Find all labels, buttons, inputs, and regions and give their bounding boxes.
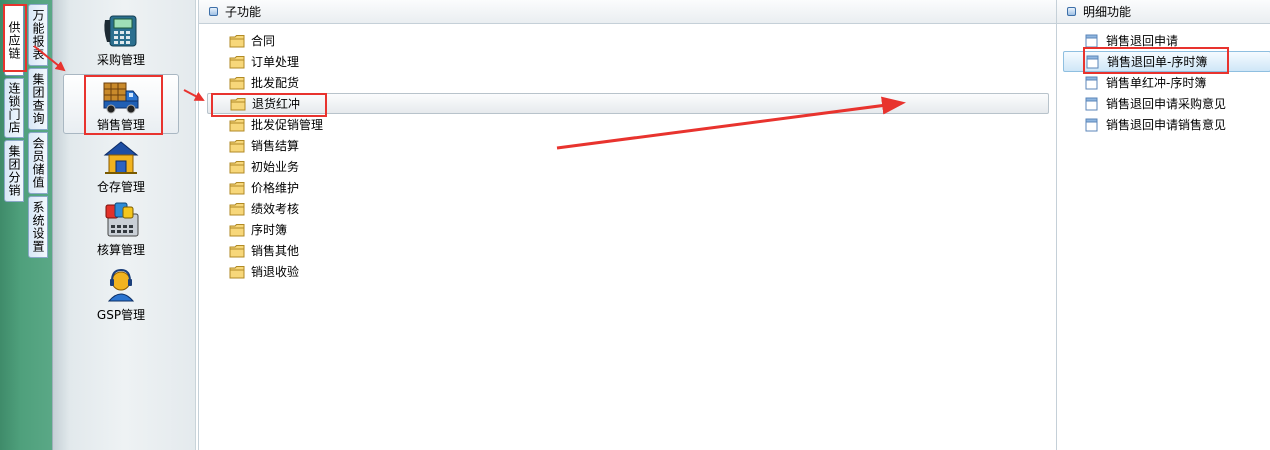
folder-icon <box>229 139 245 153</box>
user-headset-icon <box>101 265 141 305</box>
vtab-member-stored-value[interactable]: 会员储值 <box>28 132 48 194</box>
vtab-chain-stores[interactable]: 连锁门店 <box>4 78 24 138</box>
panel-square-icon <box>1067 7 1076 16</box>
detail-item-label: 销售退回申请采购意见 <box>1106 97 1227 111</box>
tree-item[interactable]: 销售结算 <box>199 135 1057 156</box>
document-icon <box>1085 118 1098 132</box>
vtab-system-settings[interactable]: 系统设置 <box>28 196 48 258</box>
vtab-label: 连锁门店 <box>7 82 21 134</box>
tree-item[interactable]: 序时簿 <box>199 219 1057 240</box>
vtab-label: 万能报表 <box>31 9 45 61</box>
module-label: 采购管理 <box>96 53 145 67</box>
folder-icon <box>229 265 245 279</box>
folder-icon <box>229 34 245 48</box>
tree-item[interactable]: 初始业务 <box>199 156 1057 177</box>
tree-item[interactable]: 销售其他 <box>199 240 1057 261</box>
document-icon <box>1085 76 1098 90</box>
tree-item-label: 销退收验 <box>251 265 300 279</box>
folder-icon <box>229 223 245 237</box>
subfunction-panel-title: 子功能 <box>225 5 262 19</box>
tree-item[interactable]: 合同 <box>199 30 1057 51</box>
module-label: 核算管理 <box>96 243 145 257</box>
panel-square-icon <box>209 7 218 16</box>
module-panel: 采购管理 销售管理 仓存管理 核算管理 GSP管理 <box>52 0 196 450</box>
tree-item-label: 序时簿 <box>251 223 288 237</box>
vtab-supply-chain[interactable]: 供应链 <box>4 4 24 76</box>
folder-icon <box>229 160 245 174</box>
delivery-truck-icon <box>101 78 141 115</box>
detail-item-label: 销售退回申请 <box>1106 34 1179 48</box>
document-icon <box>1085 97 1098 111</box>
folder-icon <box>229 181 245 195</box>
folder-icon <box>229 118 245 132</box>
detail-item-label: 销售退回申请销售意见 <box>1106 118 1227 132</box>
detail-panel-title: 明细功能 <box>1083 5 1132 19</box>
tree-item[interactable]: 订单处理 <box>199 51 1057 72</box>
module-warehouse[interactable]: 仓存管理 <box>63 137 179 197</box>
tree-item-label: 订单处理 <box>251 55 300 69</box>
folder-icon <box>230 97 246 111</box>
module-label: 销售管理 <box>96 118 145 132</box>
document-icon <box>1085 34 1098 48</box>
vertical-tab-bar: 供应链 连锁门店 集团分销 万能报表 集团查询 会员储值 系统设置 <box>0 0 52 450</box>
tree-item[interactable]: 销退收验 <box>199 261 1057 282</box>
calculator-icon <box>101 200 141 240</box>
tree-item[interactable]: 退货红冲 <box>207 93 1049 114</box>
vtab-label: 集团查询 <box>31 73 45 125</box>
module-sales[interactable]: 销售管理 <box>63 74 179 134</box>
tree-item-label: 退货红冲 <box>252 97 301 111</box>
subfunction-tree: 合同订单处理批发配货退货红冲批发促销管理 销售结算初始业务价格维护绩效考核序时簿销… <box>199 30 1057 282</box>
detail-panel-header: 明细功能 <box>1057 0 1270 24</box>
vtab-group-query[interactable]: 集团查询 <box>28 68 48 130</box>
detail-panel: 明细功能 销售退回申请销售退回单-序时簿 销售单红冲-序时簿销售退回申请采购意见销… <box>1056 0 1270 450</box>
module-accounting[interactable]: 核算管理 <box>63 200 179 260</box>
vtab-label: 系统设置 <box>31 201 45 253</box>
detail-item[interactable]: 销售退回申请销售意见 <box>1057 114 1270 135</box>
detail-item-label: 销售单红冲-序时簿 <box>1106 76 1207 90</box>
document-icon <box>1086 55 1099 69</box>
tree-item-label: 绩效考核 <box>251 202 300 216</box>
subfunction-panel-header: 子功能 <box>199 0 1056 24</box>
detail-item-label: 销售退回单-序时簿 <box>1107 55 1208 69</box>
tree-item-label: 销售其他 <box>251 244 300 258</box>
folder-icon <box>229 244 245 258</box>
tree-item[interactable]: 绩效考核 <box>199 198 1057 219</box>
folder-icon <box>229 202 245 216</box>
tree-item-label: 合同 <box>251 34 276 48</box>
vtab-label: 集团分销 <box>7 145 21 197</box>
tree-item-label: 批发促销管理 <box>251 118 324 132</box>
subfunction-panel: 子功能 合同订单处理批发配货退货红冲批发促销管理 销售结算初始业务价格维护绩效考核… <box>198 0 1056 450</box>
module-label: GSP管理 <box>96 308 146 322</box>
tree-item[interactable]: 价格维护 <box>199 177 1057 198</box>
vtab-label: 供应链 <box>7 20 21 60</box>
detail-item[interactable]: 销售退回申请 <box>1057 30 1270 51</box>
module-purchase[interactable]: 采购管理 <box>63 10 179 70</box>
tree-item-label: 销售结算 <box>251 139 300 153</box>
module-gsp[interactable]: GSP管理 <box>63 265 179 325</box>
phone-register-icon <box>101 10 141 50</box>
vtab-group-distribution[interactable]: 集团分销 <box>4 140 24 202</box>
detail-item[interactable]: 销售单红冲-序时簿 <box>1057 72 1270 93</box>
detail-list: 销售退回申请销售退回单-序时簿 销售单红冲-序时簿销售退回申请采购意见 销售退回申请… <box>1057 30 1270 135</box>
tree-item-label: 初始业务 <box>251 160 300 174</box>
tree-item[interactable]: 批发配货 <box>199 72 1057 93</box>
warehouse-house-icon <box>101 137 141 177</box>
detail-item[interactable]: 销售退回申请采购意见 <box>1057 93 1270 114</box>
module-label: 仓存管理 <box>96 180 145 194</box>
folder-icon <box>229 55 245 69</box>
tree-item[interactable]: 批发促销管理 <box>199 114 1057 135</box>
tree-item-label: 批发配货 <box>251 76 300 90</box>
vtab-universal-reports[interactable]: 万能报表 <box>28 4 48 66</box>
vtab-label: 会员储值 <box>31 137 45 189</box>
folder-icon <box>229 76 245 90</box>
tree-item-label: 价格维护 <box>251 181 300 195</box>
detail-item[interactable]: 销售退回单-序时簿 <box>1063 51 1270 72</box>
